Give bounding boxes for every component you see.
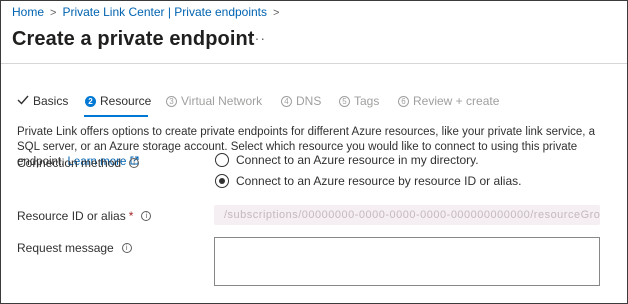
step-number-icon: 6 bbox=[398, 95, 409, 107]
tab-label: DNS bbox=[296, 94, 322, 108]
step-number-icon: 5 bbox=[339, 95, 350, 107]
page-title: Create a private endpoint bbox=[12, 28, 255, 50]
step-number-icon: 2 bbox=[85, 95, 96, 107]
info-icon[interactable]: i bbox=[129, 158, 140, 168]
radio-button[interactable] bbox=[215, 153, 229, 167]
request-message-textarea[interactable] bbox=[214, 237, 600, 286]
info-icon[interactable]: i bbox=[121, 243, 132, 253]
tab-dns[interactable]: 4 DNS bbox=[281, 94, 321, 108]
request-message-label: Request message i bbox=[17, 241, 132, 255]
tab-virtual-network[interactable]: 3 Virtual Network bbox=[166, 94, 262, 108]
checkmark-icon bbox=[17, 94, 29, 108]
tab-label: Basics bbox=[33, 94, 69, 108]
breadcrumb-home-link[interactable]: Home bbox=[12, 5, 44, 19]
resource-id-label: Resource ID or alias * i bbox=[17, 209, 152, 223]
more-options-icon[interactable]: ··· bbox=[249, 30, 266, 46]
tab-tags[interactable]: 5 Tags bbox=[339, 94, 379, 108]
tab-label: Resource bbox=[100, 94, 152, 108]
required-asterisk: * bbox=[128, 209, 134, 223]
connection-method-label: Connection method i bbox=[17, 156, 140, 170]
chevron-right-icon: > bbox=[50, 7, 57, 19]
radio-button-selected[interactable] bbox=[215, 174, 229, 188]
breadcrumb: Home > Private Link Center | Private endpo… bbox=[12, 5, 285, 19]
header-divider bbox=[1, 63, 627, 64]
active-tab-indicator bbox=[84, 115, 148, 117]
step-number-icon: 4 bbox=[281, 95, 292, 107]
tab-label: Review + create bbox=[413, 94, 500, 108]
chevron-right-icon: > bbox=[273, 7, 280, 19]
tab-label: Virtual Network bbox=[181, 94, 263, 108]
tab-basics[interactable]: Basics bbox=[17, 94, 68, 108]
tab-label: Tags bbox=[354, 94, 380, 108]
radio-option-directory[interactable]: Connect to an Azure resource in my direc… bbox=[215, 153, 479, 167]
step-number-icon: 3 bbox=[166, 95, 177, 107]
tab-review-create[interactable]: 6 Review + create bbox=[398, 94, 499, 108]
info-icon[interactable]: i bbox=[141, 211, 152, 221]
breadcrumb-private-link-center-link[interactable]: Private Link Center | Private endpoints bbox=[62, 5, 267, 19]
radio-option-resource-id[interactable]: Connect to an Azure resource by resource… bbox=[215, 174, 521, 188]
resource-id-input[interactable]: /subscriptions/00000000-0000-0000-0000-0… bbox=[214, 205, 600, 225]
tab-resource[interactable]: 2 Resource bbox=[85, 94, 151, 108]
